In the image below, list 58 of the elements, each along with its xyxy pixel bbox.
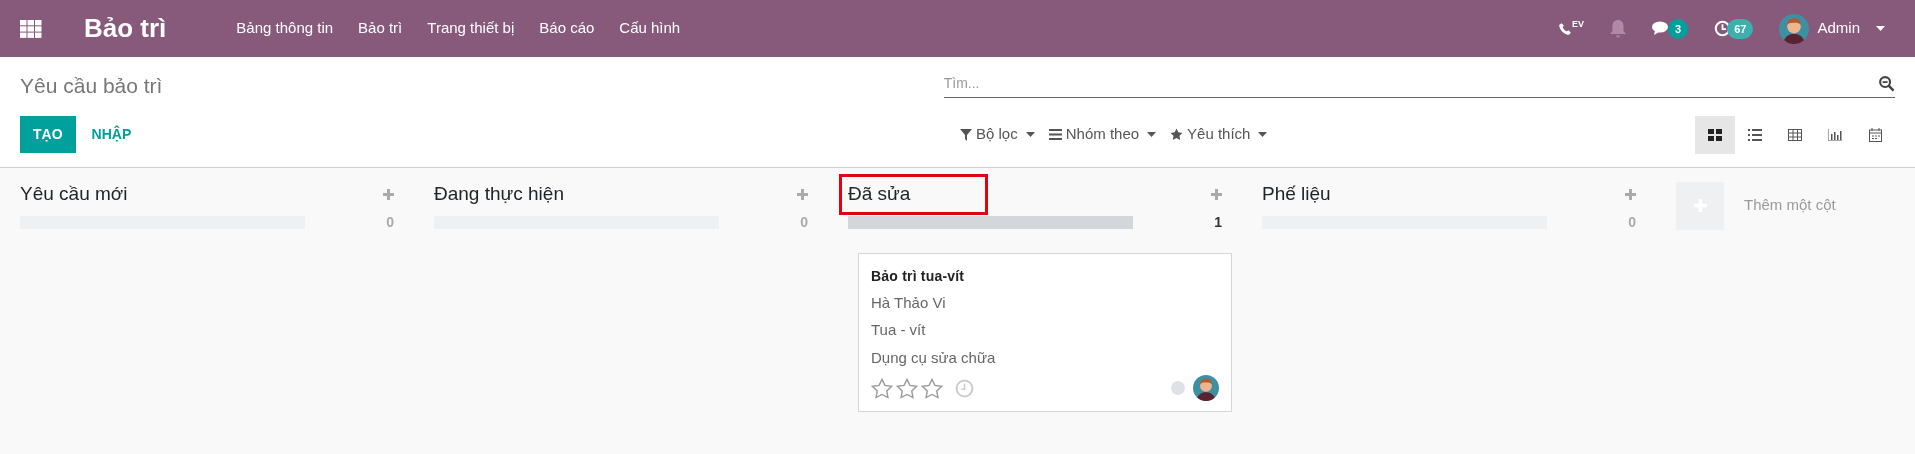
kanban-icon: [1708, 128, 1722, 141]
bar-chart-icon: [1828, 128, 1842, 141]
menu-icon: [1048, 129, 1062, 140]
column-title: Đang thực hiện: [434, 182, 564, 207]
menu-item[interactable]: Bảng thông tin: [236, 17, 334, 40]
menu-item[interactable]: Bảo trì: [358, 17, 403, 40]
column-title: Yêu cầu mới: [20, 182, 128, 207]
message-count-badge: 3: [1668, 18, 1689, 39]
menu-item[interactable]: Báo cáo: [539, 17, 595, 40]
caret-icon: [1025, 132, 1035, 137]
app-title: Bảo trì: [84, 12, 167, 45]
search-icon[interactable]: [1878, 75, 1895, 93]
filter-icon: [960, 128, 972, 141]
star-icon[interactable]: [871, 377, 893, 399]
priority-stars[interactable]: [871, 377, 943, 399]
search-field[interactable]: Tìm...: [943, 73, 1878, 95]
phone-icon[interactable]: [1558, 20, 1573, 37]
avatar-icon: [1193, 375, 1219, 401]
plus-icon[interactable]: [383, 189, 394, 200]
column-title: Đã sửa: [848, 182, 911, 207]
star-icon[interactable]: [896, 377, 918, 399]
card-line: Tua - vít: [871, 320, 927, 340]
column-count: 0: [800, 212, 808, 232]
user-name: Admin: [1817, 18, 1860, 39]
caret-icon: [1876, 26, 1885, 31]
plus-icon[interactable]: [1211, 189, 1222, 200]
activity-count-badge: 67: [1727, 18, 1754, 39]
apps-menu-icon[interactable]: [20, 19, 42, 38]
table-icon: [1788, 128, 1802, 141]
import-button[interactable]: NHẬP: [77, 116, 146, 153]
column-count: 0: [386, 212, 394, 232]
filter-dropdown[interactable]: Bộ lọc: [960, 123, 1035, 146]
card-line: Dụng cụ sửa chữa: [871, 347, 997, 368]
menu-item[interactable]: Trang thiết bị: [427, 17, 515, 40]
star-icon[interactable]: [921, 377, 943, 399]
caret-icon: [1147, 132, 1157, 137]
phone-label: EV: [1572, 17, 1585, 31]
plus-icon[interactable]: [797, 189, 808, 200]
user-menu[interactable]: Admin: [1779, 13, 1885, 44]
plus-icon[interactable]: [1625, 189, 1636, 200]
view-switch-button[interactable]: [1695, 115, 1735, 154]
card-title: Bảo trì tua-vít: [871, 266, 966, 286]
filter-dropdown[interactable]: Yêu thích: [1170, 123, 1268, 146]
menu-item[interactable]: Cấu hình: [619, 17, 681, 40]
filter-dropdown[interactable]: Nhóm theo: [1048, 123, 1157, 146]
create-button[interactable]: TẠO: [20, 116, 76, 153]
kanban-card[interactable]: Bảo trì tua-vít Hà Thảo Vi Tua - vít Dụng cụ sửa chữa: [858, 252, 1232, 412]
list-icon: [1748, 128, 1762, 141]
caret-icon: [1258, 132, 1268, 137]
column-title: Phế liệu: [1262, 182, 1331, 207]
breadcrumb-title: Yêu cầu bảo trì: [20, 73, 164, 99]
column-count: 1: [1214, 212, 1222, 232]
card-line: Hà Thảo Vi: [871, 292, 947, 313]
bell-icon[interactable]: [1610, 19, 1627, 38]
column-count: 0: [1628, 212, 1636, 232]
avatar-icon: [1779, 13, 1810, 44]
star-icon: [1170, 128, 1184, 141]
calendar-icon: [1868, 127, 1882, 142]
